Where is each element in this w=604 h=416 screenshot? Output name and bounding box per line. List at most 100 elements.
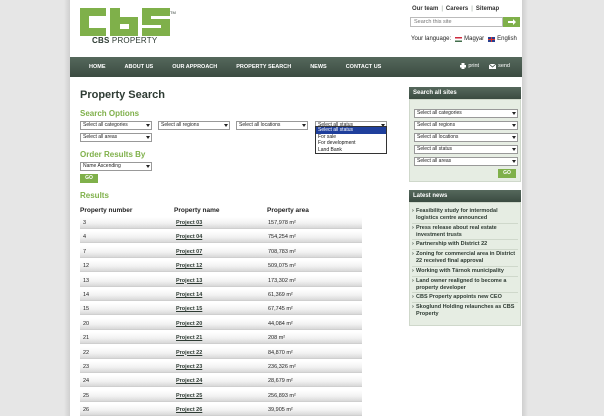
- chevron-down-icon: [146, 165, 150, 168]
- table-row: 7 Project 07 708,783 m²: [80, 245, 362, 258]
- sidebar-go-button[interactable]: GO: [498, 169, 516, 178]
- uk-flag-icon[interactable]: [488, 36, 496, 42]
- property-name-link[interactable]: Project 23: [176, 364, 202, 370]
- news-item-link[interactable]: Zoning for commercial area in District 2…: [412, 251, 520, 264]
- property-name-link[interactable]: Project 22: [176, 350, 202, 356]
- property-area-cell: 509,075 m²: [268, 263, 296, 270]
- property-name-link[interactable]: Project 15: [176, 306, 202, 312]
- property-number-cell: 21: [83, 335, 90, 342]
- status-option[interactable]: Land Bank: [316, 147, 386, 154]
- chevron-down-icon: [146, 124, 150, 127]
- sidebar-status-select[interactable]: Select all status: [414, 145, 518, 154]
- property-number-cell: 12: [83, 263, 90, 270]
- news-item-link[interactable]: CBS Property appoints new CEO: [412, 294, 520, 301]
- property-number-cell: 3: [83, 220, 87, 226]
- chevron-down-icon: [512, 136, 516, 139]
- nav-about-us[interactable]: ABOUT US: [125, 64, 154, 70]
- property-area-cell: 67,745 m²: [268, 306, 293, 313]
- chevron-down-icon: [512, 112, 516, 115]
- order-go-button[interactable]: GO: [80, 174, 98, 183]
- property-number-cell: 14: [83, 292, 90, 298]
- property-name-link[interactable]: Project 13: [176, 278, 202, 284]
- table-row: 13 Project 13 173,302 m²: [80, 274, 362, 287]
- property-name-link[interactable]: Project 04: [176, 234, 202, 240]
- table-row: 22 Project 22 84,870 m²: [80, 346, 362, 359]
- table-row: 26 Project 26 39,905 m²: [80, 404, 362, 416]
- property-name-link[interactable]: Project 03: [176, 220, 202, 226]
- top-link-careers[interactable]: Careers: [446, 6, 468, 12]
- order-select[interactable]: Name Ascending: [80, 162, 152, 171]
- sidebar-area-select[interactable]: Select all areas: [414, 157, 518, 166]
- latest-news-heading: Latest news: [409, 190, 521, 202]
- property-name-link[interactable]: Project 14: [176, 292, 202, 298]
- property-name-link[interactable]: Project 12: [176, 263, 202, 269]
- cbs-logo-icon: TM: [80, 8, 176, 36]
- language-selector: Your language: Magyar English: [411, 36, 517, 42]
- top-link-our-team[interactable]: Our team: [412, 6, 438, 12]
- property-area-cell: 39,905 m²: [268, 407, 293, 414]
- chevron-down-icon: [512, 160, 516, 163]
- property-number-cell: 15: [83, 306, 90, 313]
- property-name-link[interactable]: Project 21: [176, 335, 202, 341]
- chevron-down-icon: [512, 124, 516, 127]
- chevron-down-icon: [302, 124, 306, 127]
- news-item-link[interactable]: Feasibility study for intermodal logisti…: [412, 208, 520, 221]
- property-number-cell: 22: [83, 349, 90, 356]
- sidebar-location-select[interactable]: Select all locations: [414, 133, 518, 142]
- table-row: 15 Project 15 67,745 m²: [80, 303, 362, 316]
- results-heading: Results: [80, 191, 109, 200]
- property-area-cell: 28,679 m²: [268, 378, 293, 385]
- nav-our-approach[interactable]: OUR APPROACH: [172, 64, 217, 70]
- language-magyar[interactable]: Magyar: [464, 36, 484, 42]
- sidebar-category-select[interactable]: Select all categories: [414, 109, 518, 118]
- news-item-link[interactable]: Land owner realigned to become a propert…: [412, 278, 520, 291]
- region-select[interactable]: Select all regions: [158, 121, 230, 130]
- news-divider: [412, 266, 518, 267]
- column-property-area: Property area: [267, 207, 309, 214]
- property-area-cell: 208 m²: [268, 335, 286, 342]
- news-divider: [412, 292, 518, 293]
- news-item-link[interactable]: Partnership with District 22: [412, 241, 520, 248]
- news-item-link[interactable]: Skoglund Holding relaunches as CBS Prope…: [412, 304, 520, 317]
- nav-news[interactable]: NEWS: [310, 64, 327, 70]
- top-link-sitemap[interactable]: Sitemap: [476, 6, 499, 12]
- property-name-link[interactable]: Project 07: [176, 249, 202, 255]
- sidebar-region-select[interactable]: Select all regions: [414, 121, 518, 130]
- table-row: 20 Project 20 44,084 m²: [80, 317, 362, 330]
- property-area-cell: 84,870 m²: [268, 349, 293, 356]
- table-row: 23 Project 23 236,326 m²: [80, 361, 362, 373]
- site-search-button[interactable]: [503, 17, 520, 27]
- property-area-cell: 44,084 m²: [268, 320, 293, 327]
- chevron-down-icon: [512, 148, 516, 151]
- nav-contact-us[interactable]: CONTACT US: [346, 64, 382, 70]
- property-number-cell: 7: [83, 248, 87, 255]
- area-select[interactable]: Select all areas: [80, 133, 152, 142]
- property-name-link[interactable]: Project 20: [176, 321, 202, 327]
- property-name-link[interactable]: Project 24: [176, 378, 202, 384]
- print-link[interactable]: print: [460, 63, 479, 69]
- site-search-input[interactable]: [410, 17, 503, 27]
- printer-icon: [460, 63, 467, 69]
- news-item-link[interactable]: Working with Tárnok municipality: [412, 268, 520, 275]
- nav-property-search[interactable]: PROPERTY SEARCH: [236, 64, 291, 70]
- news-item-link[interactable]: Press release about real estate investme…: [412, 225, 520, 238]
- property-area-cell: 754,254 m²: [268, 234, 296, 241]
- location-select[interactable]: Select all locations: [236, 121, 308, 130]
- property-number-cell: 23: [83, 364, 90, 370]
- property-number-cell: 20: [83, 320, 90, 327]
- chevron-down-icon: [224, 124, 228, 127]
- logo-wordmark: CBS PROPERTY: [92, 36, 158, 45]
- column-property-name: Property name: [174, 207, 220, 214]
- language-english[interactable]: English: [497, 36, 517, 42]
- property-name-link[interactable]: Project 25: [176, 393, 202, 399]
- cbs-logo[interactable]: TM: [80, 8, 176, 38]
- hungary-flag-icon[interactable]: [455, 36, 463, 42]
- news-divider: [412, 276, 518, 277]
- category-select[interactable]: Select all categories: [80, 121, 152, 130]
- send-link[interactable]: send: [489, 63, 510, 69]
- arrow-right-icon: [507, 19, 516, 25]
- nav-home[interactable]: HOME: [89, 64, 106, 70]
- news-divider: [412, 239, 518, 240]
- property-name-link[interactable]: Project 26: [176, 407, 202, 413]
- page-title: Property Search: [80, 89, 165, 101]
